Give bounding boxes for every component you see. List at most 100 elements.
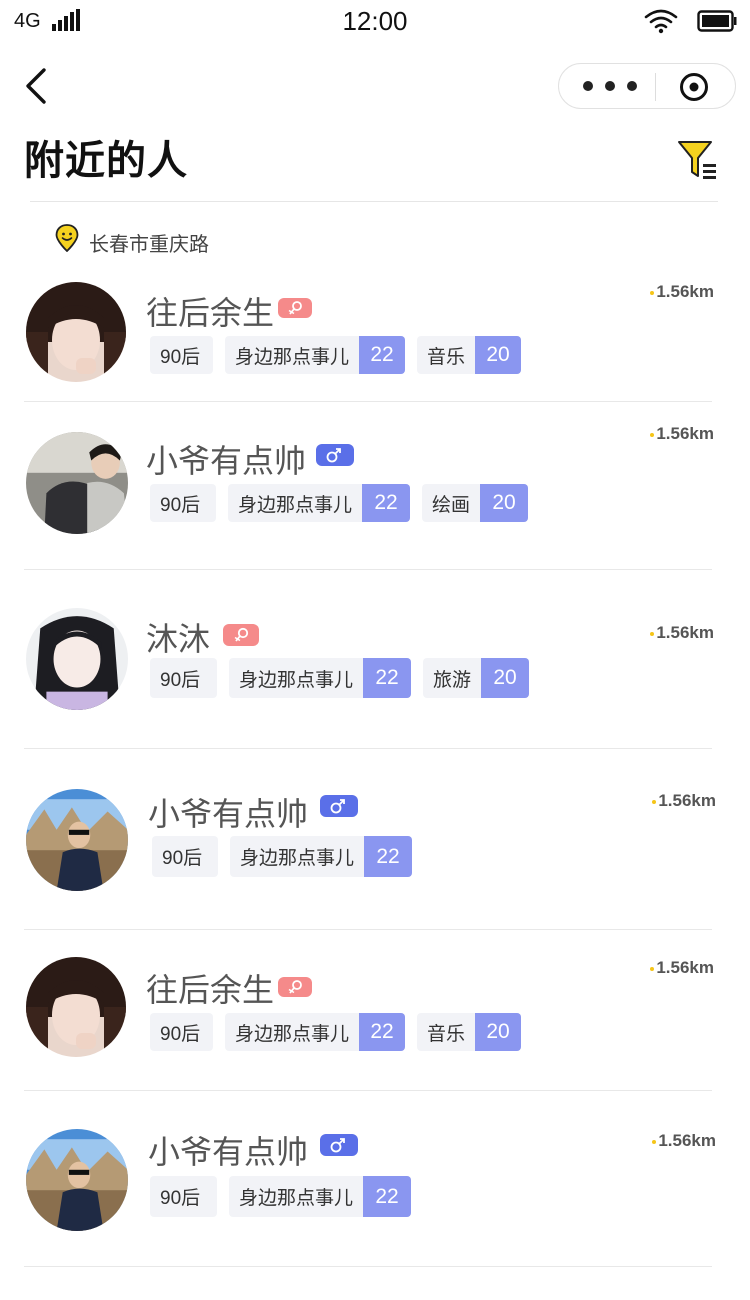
- list-item[interactable]: 往后余生 1.56km 90后 身边那点事儿 22 音乐 20: [0, 270, 750, 402]
- avatar[interactable]: [26, 282, 126, 382]
- more-icon[interactable]: [583, 78, 643, 94]
- tag-count: 20: [481, 658, 530, 698]
- distance-value: 1.56km: [658, 1131, 716, 1150]
- tag-label: 90后: [160, 1188, 201, 1209]
- tag-list: 90后 身边那点事儿 22: [150, 1176, 412, 1217]
- female-icon: [223, 624, 259, 646]
- status-bar: 4G 12:00: [0, 0, 750, 44]
- filter-icon[interactable]: [676, 138, 718, 182]
- distance-value: 1.56km: [656, 623, 714, 642]
- tag[interactable]: 身边那点事儿 22: [230, 836, 413, 877]
- male-icon: [320, 795, 358, 817]
- capsule-separator: [655, 73, 656, 101]
- tag-count: 22: [359, 1013, 406, 1051]
- close-target-icon[interactable]: [679, 72, 709, 102]
- header-divider: [30, 201, 718, 202]
- tag-count: 20: [475, 1013, 522, 1051]
- battery-icon: [697, 10, 737, 32]
- avatar[interactable]: [26, 957, 126, 1057]
- distance: 1.56km: [652, 791, 716, 811]
- tag[interactable]: 身边那点事儿 22: [225, 336, 406, 374]
- mini-program-capsule: [558, 63, 736, 109]
- avatar[interactable]: [26, 608, 128, 710]
- tag-count: 20: [475, 336, 522, 374]
- distance: 1.56km: [650, 958, 714, 978]
- tag[interactable]: 旅游 20: [423, 658, 530, 698]
- distance-value: 1.56km: [656, 282, 714, 301]
- list-item[interactable]: 小爷有点帅 1.56km 90后 身边那点事儿 22: [0, 749, 750, 930]
- male-icon: [320, 1134, 358, 1156]
- page-title: 附近的人: [24, 139, 188, 183]
- distance-dot-icon: [652, 1140, 657, 1144]
- tag[interactable]: 90后: [150, 336, 213, 374]
- distance: 1.56km: [650, 623, 714, 643]
- list-item[interactable]: 小爷有点帅 1.56km 90后 身边那点事儿 22: [0, 1091, 750, 1267]
- distance-value: 1.56km: [658, 791, 716, 810]
- tag-label: 身边那点事儿: [239, 669, 354, 691]
- tag-label: 身边那点事儿: [238, 494, 353, 516]
- tag[interactable]: 音乐 20: [417, 336, 522, 374]
- distance-dot-icon: [650, 967, 655, 971]
- tag-label: 旅游: [433, 669, 472, 691]
- tag[interactable]: 90后: [150, 1176, 217, 1217]
- tag-label: 90后: [162, 848, 203, 869]
- tag-count: 20: [480, 484, 529, 522]
- tag-list: 90后 身边那点事儿 22: [152, 836, 413, 877]
- female-icon: [278, 298, 312, 318]
- tag[interactable]: 90后: [152, 836, 218, 877]
- user-name: 往后余生: [146, 295, 275, 331]
- wifi-icon: [644, 9, 678, 34]
- tag-count: 22: [363, 1176, 412, 1217]
- tag-list: 90后 身边那点事儿 22 音乐 20: [150, 1013, 522, 1051]
- user-name: 沐沐: [146, 621, 211, 657]
- user-name: 小爷有点帅: [148, 1134, 309, 1170]
- tag-label: 绘画: [432, 494, 471, 516]
- male-icon: [316, 444, 354, 466]
- user-name: 小爷有点帅: [146, 443, 307, 479]
- tag-count: 22: [362, 484, 411, 522]
- tag-count: 22: [363, 658, 412, 698]
- tag-list: 90后 身边那点事儿 22 绘画 20: [150, 484, 529, 522]
- tag-list: 90后 身边那点事儿 22 旅游 20: [150, 658, 530, 698]
- tag-count: 22: [364, 836, 413, 877]
- distance-dot-icon: [650, 291, 655, 295]
- tag[interactable]: 绘画 20: [422, 484, 529, 522]
- list-item[interactable]: 沐沐 1.56km 90后 身边那点事儿 22 旅游 20: [0, 570, 750, 749]
- back-icon[interactable]: [22, 64, 52, 108]
- tag[interactable]: 身边那点事儿 22: [225, 1013, 406, 1051]
- list-item[interactable]: 小爷有点帅 1.56km 90后 身边那点事儿 22 绘画 20: [0, 402, 750, 570]
- female-icon: [278, 977, 312, 997]
- tag-label: 身边那点事儿: [235, 346, 350, 368]
- tag-label: 90后: [160, 669, 201, 691]
- tag[interactable]: 身边那点事儿 22: [229, 658, 412, 698]
- tag-label: 音乐: [427, 1023, 466, 1045]
- avatar[interactable]: [26, 789, 128, 891]
- distance: 1.56km: [652, 1131, 716, 1151]
- location-text[interactable]: 长春市重庆路: [89, 228, 209, 257]
- list-item[interactable]: 往后余生 1.56km 90后 身边那点事儿 22 音乐 20: [0, 929, 750, 1091]
- user-name: 往后余生: [146, 972, 275, 1008]
- distance-dot-icon: [650, 433, 655, 437]
- tag[interactable]: 90后: [150, 1013, 213, 1051]
- avatar[interactable]: [26, 1129, 128, 1231]
- tag-label: 90后: [160, 494, 201, 516]
- tag-label: 身边那点事儿: [235, 1023, 350, 1045]
- tag-label: 90后: [160, 1023, 201, 1045]
- tag-label: 90后: [160, 346, 201, 368]
- tag[interactable]: 身边那点事儿 22: [228, 484, 411, 522]
- distance-dot-icon: [650, 632, 655, 636]
- location-pin-icon: [55, 224, 79, 252]
- tag-label: 身边那点事儿: [240, 848, 355, 869]
- tag-label: 音乐: [427, 346, 466, 368]
- tag-count: 22: [359, 336, 406, 374]
- distance-value: 1.56km: [656, 958, 714, 977]
- tag[interactable]: 90后: [150, 658, 217, 698]
- row-divider: [24, 1266, 712, 1267]
- tag[interactable]: 身边那点事儿 22: [229, 1176, 412, 1217]
- distance-dot-icon: [652, 800, 657, 804]
- avatar[interactable]: [26, 432, 128, 534]
- distance: 1.56km: [650, 424, 714, 444]
- tag[interactable]: 音乐 20: [417, 1013, 522, 1051]
- distance-value: 1.56km: [656, 424, 714, 443]
- tag[interactable]: 90后: [150, 484, 216, 522]
